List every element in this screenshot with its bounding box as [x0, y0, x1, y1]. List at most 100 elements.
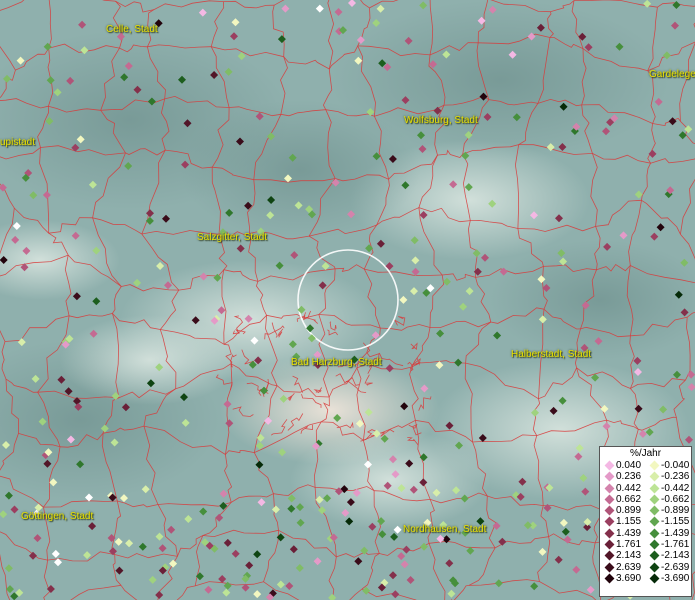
city-label: Salzgitter, Stadt	[197, 232, 268, 243]
measurement-point	[271, 505, 280, 514]
measurement-point	[633, 356, 642, 365]
legend-value-positive: 0.236	[616, 471, 642, 483]
measurement-point	[289, 545, 298, 554]
city-label: upistadt	[0, 137, 36, 148]
border-line	[428, 543, 446, 600]
measurement-point	[295, 564, 304, 572]
border-line	[429, 274, 445, 328]
measurement-point	[354, 557, 363, 566]
legend-swatch-negative	[649, 494, 660, 505]
measurement-point	[328, 593, 337, 600]
legend-value-positive: 0.442	[616, 482, 642, 494]
measurement-point	[29, 551, 37, 560]
measurement-point	[643, 0, 652, 8]
border-line	[475, 277, 492, 323]
legend-value-positive: 0.899	[616, 505, 642, 517]
measurement-point	[406, 576, 415, 584]
measurement-point	[290, 251, 299, 260]
measurement-point	[138, 542, 147, 551]
border-line	[70, 584, 122, 600]
measurement-point	[678, 131, 687, 140]
border-line	[328, 556, 337, 600]
legend-row: 0.662 -0.662	[600, 494, 691, 505]
border-line	[112, 286, 122, 314]
measurement-point	[673, 370, 681, 379]
legend-swatch-positive	[604, 494, 615, 505]
measurement-point	[198, 8, 207, 17]
border-line	[652, 117, 681, 127]
legend-swatch-negative	[649, 573, 660, 584]
measurement-point	[155, 532, 164, 541]
border-line	[595, 199, 642, 227]
border-line	[177, 535, 204, 557]
legend-value-negative: -2.143	[661, 550, 690, 562]
measurement-point	[435, 361, 444, 370]
legend-swatch-negative	[649, 471, 660, 482]
legend-value-positive: 3.690	[616, 572, 642, 584]
measurement-point	[650, 232, 659, 241]
measurement-point	[391, 590, 400, 599]
border-line	[679, 42, 695, 122]
measurement-point	[33, 534, 42, 543]
border-line	[230, 493, 274, 503]
border-line	[537, 536, 551, 582]
border-line	[43, 500, 118, 508]
legend-value-positive: 1.155	[616, 516, 642, 528]
measurement-point	[195, 572, 204, 581]
measurement-point	[447, 589, 456, 598]
measurement-point	[92, 297, 101, 306]
measurement-point	[498, 537, 507, 546]
legend-value-positive: 1.439	[616, 527, 642, 539]
border-line	[450, 585, 470, 600]
city-label: Gardelegen	[649, 69, 695, 80]
legend-row: 2.143 -2.143	[600, 550, 691, 561]
measurement-point	[184, 515, 193, 523]
measurement-point	[156, 262, 165, 270]
border-line	[428, 540, 496, 549]
measurement-point	[411, 267, 420, 276]
measurement-point	[133, 278, 142, 287]
border-line	[0, 531, 48, 561]
measurement-point	[88, 522, 97, 531]
city-label: Nordhausen, Stadt	[403, 524, 487, 535]
measurement-point	[109, 547, 117, 556]
measurement-point	[17, 338, 26, 347]
measurement-point	[245, 561, 254, 570]
measurement-point	[348, 0, 356, 7]
border-line	[278, 529, 337, 558]
legend-value-negative: -0.899	[661, 505, 690, 517]
border-line	[92, 217, 143, 235]
border-line	[274, 0, 285, 6]
border-line	[647, 123, 656, 164]
measurement-point	[253, 590, 262, 599]
legend-swatch-positive	[604, 471, 615, 482]
legend-swatch-positive	[604, 528, 615, 539]
border-line	[486, 495, 497, 549]
measurement-point	[672, 1, 681, 9]
border-line	[465, 321, 492, 364]
legend-row: 2.639 -2.639	[600, 562, 691, 573]
measurement-point	[158, 544, 167, 553]
measurement-point	[255, 460, 264, 469]
legend-row: 0.899 -0.899	[600, 505, 691, 516]
measurement-point	[493, 331, 502, 340]
measurement-point	[281, 4, 290, 13]
measurement-point	[46, 585, 55, 593]
measurement-point	[530, 582, 539, 591]
measurement-point	[0, 510, 8, 519]
border-line	[0, 0, 25, 11]
measurement-point	[222, 588, 231, 597]
legend-swatch-positive	[604, 550, 615, 561]
legend-swatch-positive	[604, 517, 615, 527]
border-line	[223, 0, 275, 9]
map-canvas[interactable]	[0, 0, 695, 600]
measurement-point	[397, 552, 406, 561]
measurement-point	[459, 302, 468, 311]
measurement-point	[687, 383, 695, 392]
measurement-point	[389, 571, 397, 580]
terrain-layer	[0, 0, 695, 530]
legend-swatch-negative	[649, 550, 660, 561]
legend-value-positive: 1.761	[616, 539, 642, 551]
measurement-point	[199, 507, 208, 516]
border-line	[253, 452, 274, 494]
